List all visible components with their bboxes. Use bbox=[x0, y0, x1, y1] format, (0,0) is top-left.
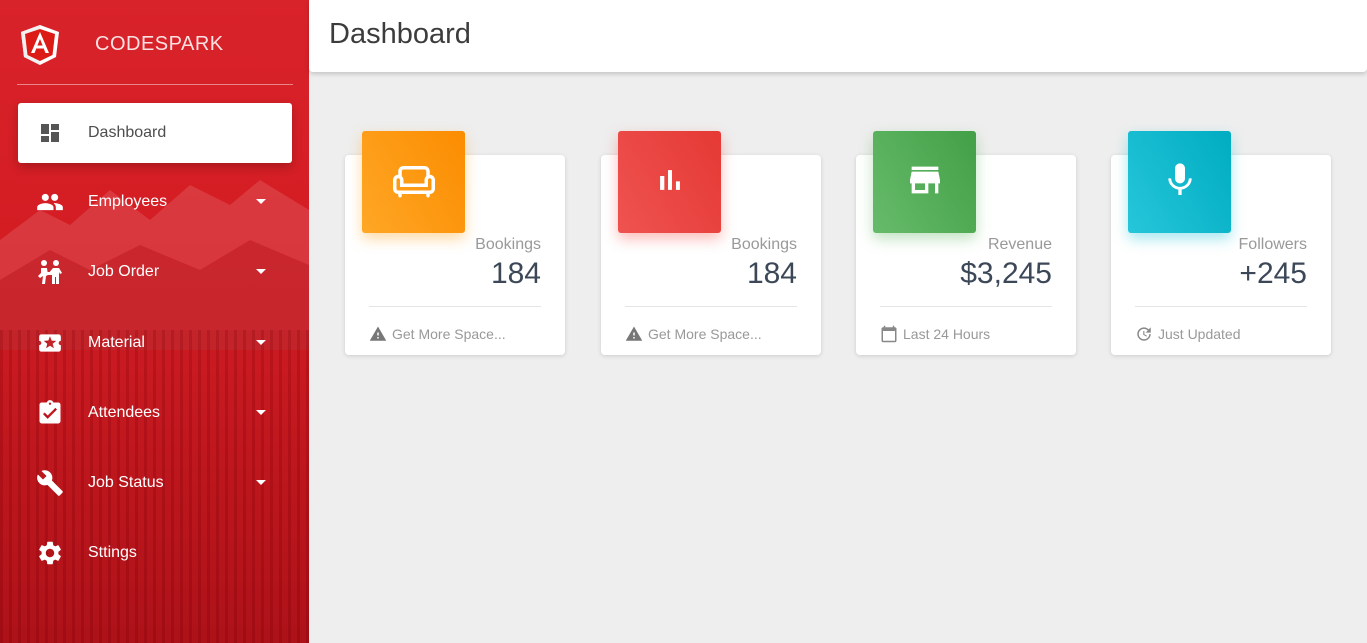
stat-card-value: 184 bbox=[746, 257, 797, 290]
stat-card-revenue[interactable]: Revenue $3,245 Last 24 Hours bbox=[856, 131, 1076, 355]
stat-card-footer-text: Get More Space... bbox=[648, 326, 762, 342]
gear-icon bbox=[35, 538, 65, 568]
bar-chart-icon bbox=[653, 163, 687, 202]
page-title: Dashboard bbox=[329, 18, 471, 50]
sidebar-item-employees[interactable]: Employees bbox=[18, 172, 292, 232]
update-icon bbox=[1135, 325, 1153, 343]
stat-card-value: +245 bbox=[1239, 257, 1307, 290]
stat-card-label: Bookings bbox=[731, 236, 797, 253]
angular-logo-icon bbox=[21, 25, 59, 65]
stat-card-footer: Get More Space... bbox=[369, 325, 506, 343]
top-bar: Dashboard bbox=[309, 0, 1367, 72]
stat-card-divider bbox=[1135, 306, 1307, 307]
sidebar-item-label: Attendees bbox=[88, 404, 161, 421]
stat-card-footer: Last 24 Hours bbox=[880, 325, 990, 343]
stat-card-tile bbox=[873, 131, 976, 233]
sidebar-item-label: Employees bbox=[88, 193, 168, 210]
stat-card-tile bbox=[618, 131, 721, 233]
stat-card-label: Revenue bbox=[987, 236, 1052, 253]
workers-icon bbox=[35, 257, 65, 287]
stat-card-value: $3,245 bbox=[960, 257, 1052, 290]
sidebar-item-label: Job Status bbox=[88, 474, 164, 491]
sidebar-item-material[interactable]: Material bbox=[18, 313, 292, 373]
brand-name: CODESPARK bbox=[95, 33, 224, 55]
sidebar-item-label: Sttings bbox=[88, 544, 137, 561]
sofa-icon bbox=[392, 159, 435, 206]
sidebar-item-settings[interactable]: Sttings bbox=[18, 523, 292, 583]
stat-card-tile bbox=[362, 131, 465, 233]
dashboard-icon bbox=[35, 118, 65, 148]
sidebar-item-job-status[interactable]: Job Status bbox=[18, 453, 292, 513]
stat-card-divider bbox=[625, 306, 797, 307]
chevron-down-icon bbox=[256, 410, 266, 415]
people-icon bbox=[35, 187, 65, 217]
chevron-down-icon bbox=[256, 480, 266, 485]
sidebar-item-label: Dashboard bbox=[88, 124, 167, 141]
chevron-down-icon bbox=[256, 340, 266, 345]
sidebar-item-label: Job Order bbox=[88, 263, 160, 280]
warning-icon bbox=[369, 325, 387, 343]
stat-card-footer-text: Get More Space... bbox=[392, 326, 506, 342]
stat-card-bookings-2[interactable]: Bookings 184 Get More Space... bbox=[601, 131, 821, 355]
calendar-icon bbox=[880, 325, 898, 343]
stat-card-value: 184 bbox=[490, 257, 541, 290]
sidebar-item-job-order[interactable]: Job Order bbox=[18, 242, 292, 302]
stat-card-divider bbox=[880, 306, 1052, 307]
stat-card-footer: Just Updated bbox=[1135, 325, 1241, 343]
store-icon bbox=[905, 160, 945, 205]
brand[interactable]: CODESPARK bbox=[0, 0, 309, 85]
sidebar-item-attendees[interactable]: Attendees bbox=[18, 383, 292, 443]
ticket-star-icon bbox=[35, 328, 65, 358]
stat-card-bookings[interactable]: Bookings 184 Get More Space... bbox=[345, 131, 565, 355]
clipboard-check-icon bbox=[35, 398, 65, 428]
sidebar-item-dashboard[interactable]: Dashboard bbox=[18, 103, 292, 163]
wrench-icon bbox=[35, 468, 65, 498]
sidebar: CODESPARK Dashboard Employees Job Order bbox=[0, 0, 309, 643]
stat-card-label: Followers bbox=[1238, 236, 1307, 253]
sidebar-item-label: Material bbox=[88, 334, 145, 351]
stat-card-footer-text: Last 24 Hours bbox=[903, 326, 991, 342]
warning-icon bbox=[625, 325, 643, 343]
brand-divider bbox=[17, 84, 293, 85]
stat-card-divider bbox=[369, 306, 541, 307]
microphone-icon bbox=[1160, 160, 1200, 205]
stat-card-tile bbox=[1128, 131, 1231, 233]
stat-card-footer-text: Just Updated bbox=[1158, 326, 1241, 342]
stat-card-followers[interactable]: Followers +245 Just Updated bbox=[1111, 131, 1331, 355]
stat-card-label: Bookings bbox=[475, 236, 541, 253]
chevron-down-icon bbox=[256, 269, 266, 274]
stat-card-footer: Get More Space... bbox=[625, 325, 762, 343]
chevron-down-icon bbox=[256, 199, 266, 204]
